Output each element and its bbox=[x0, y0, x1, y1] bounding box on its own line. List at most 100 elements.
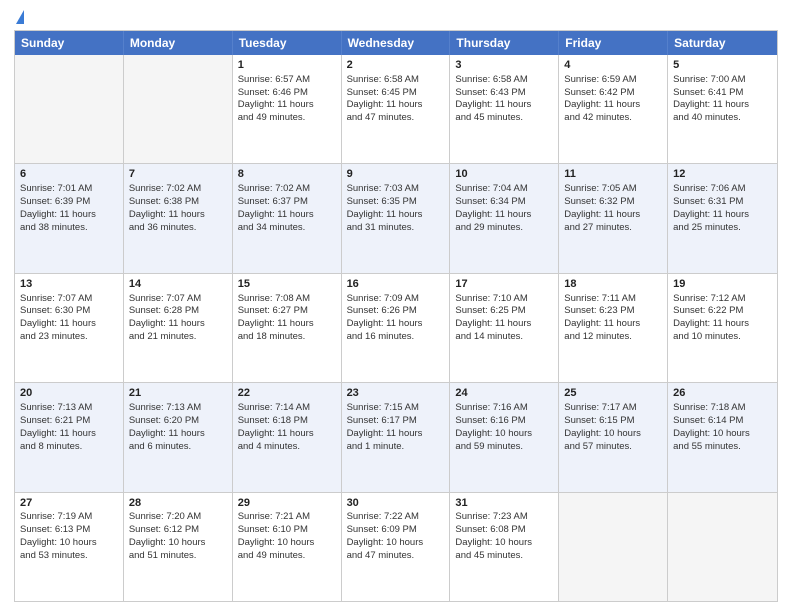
calendar-cell-16: 16Sunrise: 7:09 AMSunset: 6:26 PMDayligh… bbox=[342, 274, 451, 382]
day-info-line: and 49 minutes. bbox=[238, 550, 336, 563]
day-info-line: Sunrise: 7:01 AM bbox=[20, 183, 118, 196]
calendar-cell-13: 13Sunrise: 7:07 AMSunset: 6:30 PMDayligh… bbox=[15, 274, 124, 382]
day-info-line: Daylight: 11 hours bbox=[347, 99, 445, 112]
day-info-line: Daylight: 11 hours bbox=[129, 428, 227, 441]
day-info-line: Daylight: 10 hours bbox=[129, 537, 227, 550]
day-number: 6 bbox=[20, 167, 118, 182]
calendar-cell-12: 12Sunrise: 7:06 AMSunset: 6:31 PMDayligh… bbox=[668, 164, 777, 272]
calendar-cell-31: 31Sunrise: 7:23 AMSunset: 6:08 PMDayligh… bbox=[450, 493, 559, 601]
day-number: 11 bbox=[564, 167, 662, 182]
day-info-line: Sunrise: 7:13 AM bbox=[20, 402, 118, 415]
day-info-line: Sunset: 6:08 PM bbox=[455, 524, 553, 537]
calendar-cell-14: 14Sunrise: 7:07 AMSunset: 6:28 PMDayligh… bbox=[124, 274, 233, 382]
day-info-line: Sunset: 6:42 PM bbox=[564, 87, 662, 100]
day-number: 28 bbox=[129, 496, 227, 511]
day-number: 21 bbox=[129, 386, 227, 401]
day-info-line: and 10 minutes. bbox=[673, 331, 772, 344]
day-info-line: Sunrise: 7:13 AM bbox=[129, 402, 227, 415]
day-number: 24 bbox=[455, 386, 553, 401]
day-info-line: Sunrise: 6:58 AM bbox=[347, 74, 445, 87]
day-info-line: Sunset: 6:38 PM bbox=[129, 196, 227, 209]
day-info-line: Sunrise: 7:12 AM bbox=[673, 293, 772, 306]
day-info-line: Sunrise: 7:09 AM bbox=[347, 293, 445, 306]
day-number: 31 bbox=[455, 496, 553, 511]
day-info-line: Sunrise: 7:04 AM bbox=[455, 183, 553, 196]
day-info-line: and 49 minutes. bbox=[238, 112, 336, 125]
day-info-line: Sunset: 6:09 PM bbox=[347, 524, 445, 537]
calendar-cell-23: 23Sunrise: 7:15 AMSunset: 6:17 PMDayligh… bbox=[342, 383, 451, 491]
day-info-line: Daylight: 11 hours bbox=[238, 318, 336, 331]
day-info-line: Sunset: 6:18 PM bbox=[238, 415, 336, 428]
day-number: 9 bbox=[347, 167, 445, 182]
day-info-line: Daylight: 11 hours bbox=[238, 99, 336, 112]
day-info-line: Daylight: 11 hours bbox=[455, 209, 553, 222]
day-number: 4 bbox=[564, 58, 662, 73]
calendar-cell-25: 25Sunrise: 7:17 AMSunset: 6:15 PMDayligh… bbox=[559, 383, 668, 491]
header bbox=[14, 10, 778, 24]
day-number: 14 bbox=[129, 277, 227, 292]
day-info-line: Sunset: 6:46 PM bbox=[238, 87, 336, 100]
day-info-line: Sunset: 6:10 PM bbox=[238, 524, 336, 537]
day-of-week-thursday: Thursday bbox=[450, 31, 559, 55]
day-info-line: Daylight: 11 hours bbox=[673, 209, 772, 222]
day-info-line: Daylight: 10 hours bbox=[455, 428, 553, 441]
day-info-line: Sunrise: 7:17 AM bbox=[564, 402, 662, 415]
day-info-line: Daylight: 10 hours bbox=[673, 428, 772, 441]
day-info-line: Sunrise: 7:08 AM bbox=[238, 293, 336, 306]
day-number: 8 bbox=[238, 167, 336, 182]
calendar-cell-11: 11Sunrise: 7:05 AMSunset: 6:32 PMDayligh… bbox=[559, 164, 668, 272]
day-info-line: Sunrise: 7:05 AM bbox=[564, 183, 662, 196]
day-info-line: and 31 minutes. bbox=[347, 222, 445, 235]
day-info-line: Sunrise: 7:16 AM bbox=[455, 402, 553, 415]
day-info-line: Sunset: 6:12 PM bbox=[129, 524, 227, 537]
day-info-line: Daylight: 11 hours bbox=[564, 318, 662, 331]
day-info-line: and 21 minutes. bbox=[129, 331, 227, 344]
day-info-line: Sunset: 6:31 PM bbox=[673, 196, 772, 209]
calendar-cell-19: 19Sunrise: 7:12 AMSunset: 6:22 PMDayligh… bbox=[668, 274, 777, 382]
day-of-week-friday: Friday bbox=[559, 31, 668, 55]
day-number: 23 bbox=[347, 386, 445, 401]
day-info-line: Sunrise: 7:19 AM bbox=[20, 511, 118, 524]
calendar-row-3: 13Sunrise: 7:07 AMSunset: 6:30 PMDayligh… bbox=[15, 274, 777, 383]
day-info-line: Sunrise: 7:07 AM bbox=[129, 293, 227, 306]
day-info-line: Sunrise: 7:10 AM bbox=[455, 293, 553, 306]
day-number: 5 bbox=[673, 58, 772, 73]
day-info-line: and 38 minutes. bbox=[20, 222, 118, 235]
day-info-line: Sunset: 6:39 PM bbox=[20, 196, 118, 209]
day-info-line: Sunrise: 7:11 AM bbox=[564, 293, 662, 306]
day-info-line: Sunset: 6:17 PM bbox=[347, 415, 445, 428]
day-info-line: and 25 minutes. bbox=[673, 222, 772, 235]
day-number: 2 bbox=[347, 58, 445, 73]
logo-triangle-icon bbox=[16, 10, 24, 24]
day-info-line: Sunset: 6:23 PM bbox=[564, 305, 662, 318]
day-info-line: and 59 minutes. bbox=[455, 441, 553, 454]
day-info-line: Daylight: 11 hours bbox=[347, 428, 445, 441]
calendar-cell-22: 22Sunrise: 7:14 AMSunset: 6:18 PMDayligh… bbox=[233, 383, 342, 491]
day-info-line: and 14 minutes. bbox=[455, 331, 553, 344]
day-of-week-saturday: Saturday bbox=[668, 31, 777, 55]
day-info-line: Sunrise: 7:03 AM bbox=[347, 183, 445, 196]
day-number: 15 bbox=[238, 277, 336, 292]
day-info-line: Sunrise: 7:15 AM bbox=[347, 402, 445, 415]
day-info-line: Daylight: 11 hours bbox=[564, 99, 662, 112]
day-of-week-sunday: Sunday bbox=[15, 31, 124, 55]
calendar-cell-30: 30Sunrise: 7:22 AMSunset: 6:09 PMDayligh… bbox=[342, 493, 451, 601]
day-number: 17 bbox=[455, 277, 553, 292]
calendar-body: 1Sunrise: 6:57 AMSunset: 6:46 PMDaylight… bbox=[15, 55, 777, 601]
calendar-cell-5: 5Sunrise: 7:00 AMSunset: 6:41 PMDaylight… bbox=[668, 55, 777, 163]
day-info-line: and 45 minutes. bbox=[455, 550, 553, 563]
day-info-line: Sunrise: 7:02 AM bbox=[129, 183, 227, 196]
day-info-line: and 47 minutes. bbox=[347, 112, 445, 125]
day-info-line: Sunset: 6:14 PM bbox=[673, 415, 772, 428]
day-info-line: and 42 minutes. bbox=[564, 112, 662, 125]
calendar-cell-29: 29Sunrise: 7:21 AMSunset: 6:10 PMDayligh… bbox=[233, 493, 342, 601]
day-info-line: and 23 minutes. bbox=[20, 331, 118, 344]
day-info-line: Daylight: 10 hours bbox=[564, 428, 662, 441]
day-of-week-wednesday: Wednesday bbox=[342, 31, 451, 55]
calendar-cell-28: 28Sunrise: 7:20 AMSunset: 6:12 PMDayligh… bbox=[124, 493, 233, 601]
calendar-cell-2: 2Sunrise: 6:58 AMSunset: 6:45 PMDaylight… bbox=[342, 55, 451, 163]
calendar-header: SundayMondayTuesdayWednesdayThursdayFrid… bbox=[15, 31, 777, 55]
day-info-line: Sunrise: 7:18 AM bbox=[673, 402, 772, 415]
calendar-cell-6: 6Sunrise: 7:01 AMSunset: 6:39 PMDaylight… bbox=[15, 164, 124, 272]
day-info-line: Daylight: 11 hours bbox=[347, 318, 445, 331]
